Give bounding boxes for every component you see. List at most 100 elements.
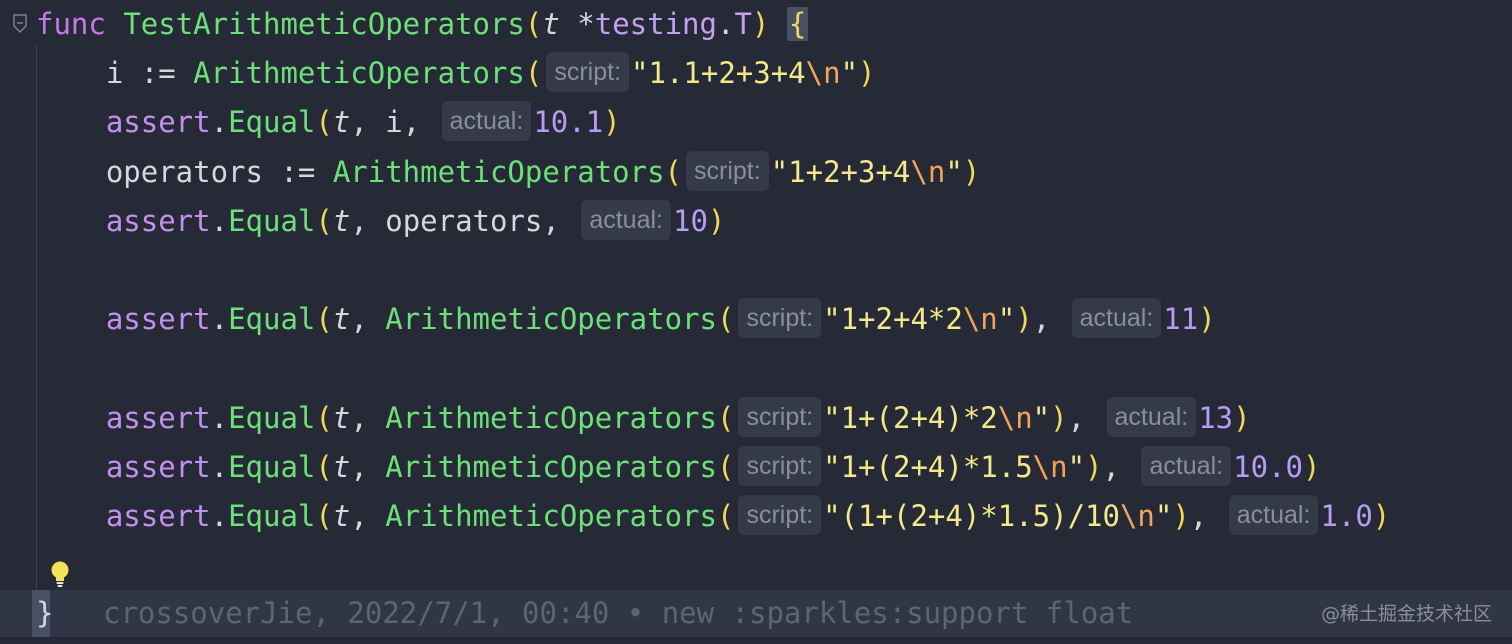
- code-token: ): [1233, 400, 1251, 435]
- code-token: ": [840, 56, 859, 91]
- code-editor[interactable]: func TestArithmeticOperators(t *testing.…: [0, 0, 1512, 644]
- code-token: ,: [350, 449, 386, 484]
- code-token: 10.1: [533, 105, 604, 140]
- code-token: 10.0: [1233, 449, 1303, 484]
- code-line[interactable]: assert.Equal(t, operators, actual: 10): [36, 197, 725, 246]
- code-token: assert: [36, 400, 211, 435]
- parameter-hint: script:: [546, 52, 630, 93]
- code-token: \n: [997, 400, 1033, 435]
- code-token: ): [1050, 400, 1068, 435]
- code-token: ArithmeticOperators: [385, 302, 717, 337]
- code-token: t: [332, 400, 351, 435]
- code-line[interactable]: i := ArithmeticOperators(script: "1.1+2+3…: [36, 49, 876, 98]
- code-token: ): [1198, 302, 1216, 337]
- code-line[interactable]: operators := ArithmeticOperators(script:…: [36, 148, 980, 197]
- code-token: .: [210, 302, 229, 337]
- code-line[interactable]: func TestArithmeticOperators(t *testing.…: [36, 0, 809, 49]
- code-token: Equal: [228, 203, 316, 238]
- code-token: ": [1032, 400, 1051, 435]
- code-token: \n: [910, 154, 946, 189]
- code-token: ArithmeticOperators: [385, 499, 717, 533]
- code-token: assert: [36, 499, 211, 533]
- code-token: ,: [1032, 302, 1068, 337]
- parameter-hint: actual:: [1071, 298, 1162, 339]
- code-token: .: [210, 449, 229, 484]
- code-line[interactable]: assert.Equal(t, i, actual: 10.1): [36, 98, 621, 147]
- code-token: Equal: [228, 449, 316, 484]
- code-token: ): [751, 7, 770, 41]
- code-line[interactable]: assert.Equal(t, ArithmeticOperators(scri…: [36, 443, 1320, 492]
- code-token: ,: [350, 499, 386, 533]
- watermark: @稀土掘金技术社区: [1320, 603, 1492, 625]
- parameter-hint: script:: [738, 445, 822, 486]
- code-line[interactable]: assert.Equal(t, ArithmeticOperators(scri…: [36, 295, 1216, 344]
- code-token: Equal: [228, 105, 316, 140]
- code-token: "(1+(2+4)*1.5)/10: [823, 499, 1120, 533]
- code-token: Equal: [228, 400, 316, 435]
- code-token: ): [1372, 499, 1391, 533]
- code-token: ": [945, 154, 963, 189]
- code-token: (: [315, 302, 333, 337]
- code-token: (: [315, 105, 333, 140]
- code-token: ): [858, 56, 876, 91]
- code-token: ): [962, 154, 981, 189]
- code-token: Equal: [228, 302, 316, 337]
- code-token: ): [1302, 449, 1321, 484]
- code-token: ArithmeticOperators: [332, 154, 665, 189]
- code-token: (: [716, 400, 735, 435]
- parameter-hint: actual:: [1228, 495, 1319, 535]
- code-line[interactable]: assert.Equal(t, ArithmeticOperators(scri…: [36, 492, 1390, 541]
- code-token: ): [707, 203, 726, 238]
- code-token: t: [332, 203, 351, 238]
- code-token: t: [332, 499, 351, 533]
- code-token: assert: [36, 302, 211, 337]
- parameter-hint: script:: [738, 396, 822, 437]
- code-token: testing: [594, 7, 717, 41]
- code-token: ArithmeticOperators: [385, 400, 717, 435]
- code-token: (: [315, 400, 333, 435]
- code-token: \n: [805, 56, 841, 91]
- code-token: ): [1085, 449, 1103, 484]
- code-token: 13: [1198, 400, 1234, 435]
- code-token: assert: [36, 449, 211, 484]
- code-token: assert: [36, 203, 211, 238]
- git-blame-annotation: crossoverJie, 2022/7/1, 00:40 • new :spa…: [103, 596, 1134, 630]
- code-token: (: [664, 154, 683, 189]
- code-token: assert: [36, 105, 211, 140]
- code-token: ArithmeticOperators: [385, 449, 717, 484]
- code-token: .: [210, 400, 229, 435]
- code-token: \n: [962, 302, 998, 337]
- code-token: ,: [1189, 499, 1225, 533]
- code-token: ArithmeticOperators: [193, 56, 525, 91]
- fold-collapse-icon[interactable]: [12, 14, 28, 34]
- code-token: (: [524, 7, 543, 41]
- closing-brace[interactable]: }: [36, 590, 53, 637]
- code-token: {: [786, 7, 809, 41]
- code-token: ): [603, 105, 621, 140]
- code-token: ): [1172, 499, 1190, 533]
- code-token: (: [315, 449, 333, 484]
- code-token: 10: [672, 203, 708, 238]
- code-token: ,: [350, 302, 386, 337]
- code-token: "1.1+2+3+4: [631, 56, 806, 91]
- code-token: "1+(2+4)*2: [823, 400, 998, 435]
- code-token: (: [716, 449, 735, 484]
- code-line[interactable]: assert.Equal(t, ArithmeticOperators(scri…: [36, 394, 1251, 443]
- code-token: t: [542, 7, 560, 41]
- code-token: "1+2+4*2: [823, 302, 963, 337]
- parameter-hint: actual:: [441, 101, 532, 142]
- code-token: , operators,: [350, 203, 578, 238]
- parameter-hint: actual:: [581, 199, 671, 240]
- code-token: ,: [1067, 400, 1103, 435]
- code-token: Equal: [228, 499, 316, 533]
- code-token: ": [997, 302, 1016, 337]
- code-token: ": [1067, 449, 1086, 484]
- code-token: func: [36, 7, 106, 41]
- code-token: operators :=: [36, 154, 333, 189]
- lightbulb-icon[interactable]: [48, 560, 72, 588]
- parameter-hint: script:: [738, 495, 822, 535]
- code-token: TestArithmeticOperators: [123, 7, 525, 41]
- code-token: (: [716, 302, 735, 337]
